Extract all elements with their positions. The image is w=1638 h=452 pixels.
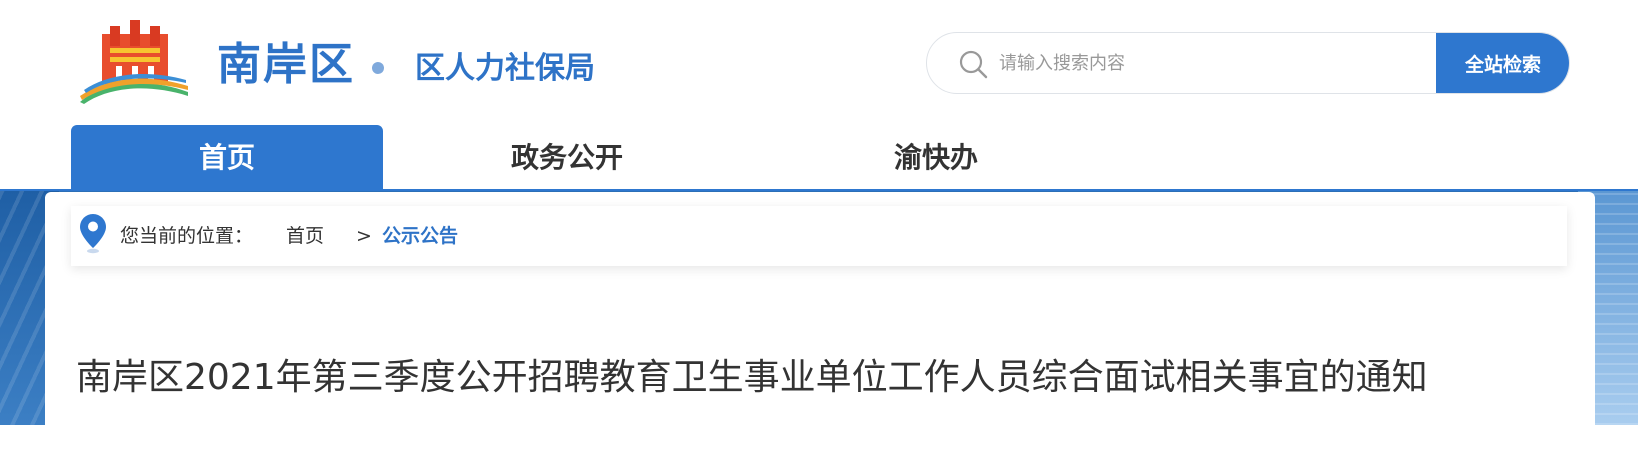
breadcrumb-home-link[interactable]: 首页: [286, 206, 324, 266]
site-search-button[interactable]: 全站检索: [1436, 33, 1569, 93]
city-gate-logo-icon[interactable]: [80, 20, 190, 104]
breadcrumb-current[interactable]: 公示公告: [382, 206, 458, 266]
nav-item-government-affairs[interactable]: 政务公开: [437, 125, 697, 190]
site-header: 南岸区 区人力社保局 全站检索 首页 政务公开 渝快办: [0, 0, 1638, 191]
site-name[interactable]: 南岸区: [217, 38, 355, 92]
search-icon: [959, 50, 988, 79]
search-input[interactable]: [999, 33, 1419, 93]
breadcrumb-prefix: 您当前的位置：: [120, 225, 254, 247]
breadcrumb: 您当前的位置： 首页 > 公示公告: [71, 206, 1567, 266]
article-title: 南岸区2021年第三季度公开招聘教育卫生事业单位工作人员综合面试相关事宜的通知: [76, 357, 1428, 398]
search-box: 全站检索: [926, 32, 1570, 94]
location-pin-icon: [80, 214, 106, 254]
nav-item-home[interactable]: 首页: [71, 125, 383, 190]
department-name[interactable]: 区人力社保局: [415, 49, 595, 89]
breadcrumb-separator: >: [356, 225, 372, 247]
nav-item-yukuaiban[interactable]: 渝快办: [806, 125, 1066, 190]
separator-dot: [372, 62, 384, 74]
content-card: 您当前的位置： 首页 > 公示公告: [45, 192, 1595, 452]
